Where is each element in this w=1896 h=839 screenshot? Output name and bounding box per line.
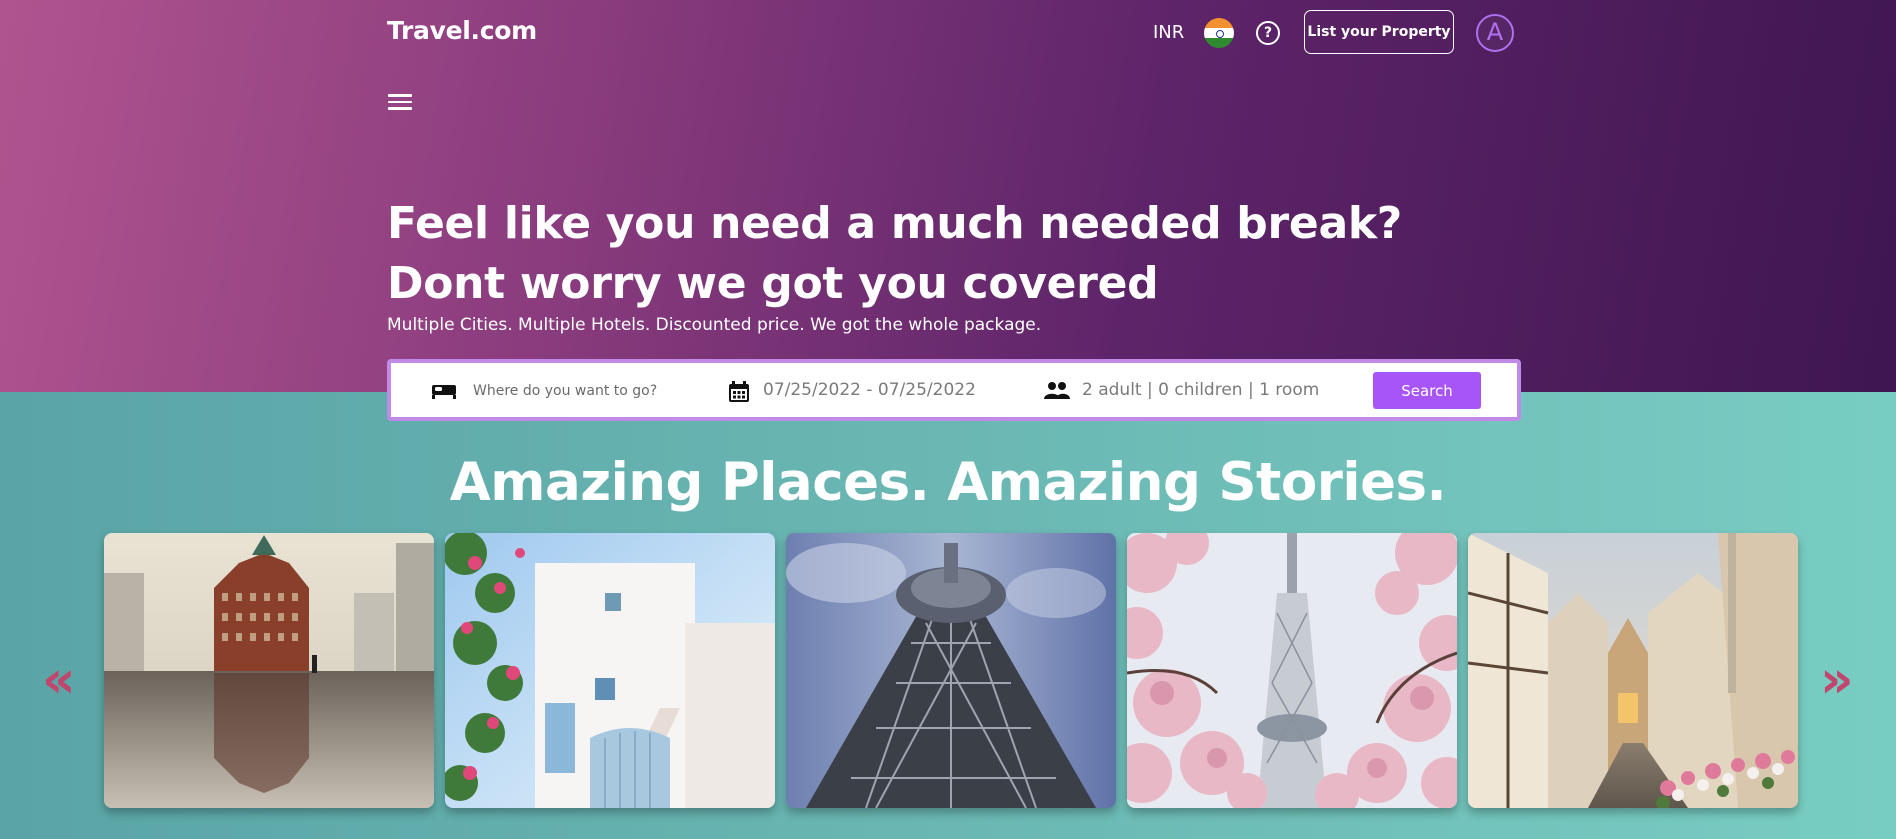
hero-subline: Multiple Cities. Multiple Hotels. Discou… (387, 315, 1042, 335)
india-flag-icon[interactable] (1204, 18, 1234, 48)
place-card-white-house[interactable] (445, 533, 775, 808)
question-circle-icon[interactable]: ? (1256, 21, 1280, 45)
carousel-next-arrow-icon[interactable]: » (1820, 654, 1854, 706)
destination-input[interactable] (473, 377, 703, 405)
calendar-icon (727, 380, 751, 402)
place-card-blossom-tower[interactable] (1127, 533, 1457, 808)
carousel-prev-arrow-icon[interactable]: « (42, 654, 76, 706)
bed-icon (431, 380, 457, 402)
places-title: Amazing Places. Amazing Stories. (449, 452, 1447, 513)
old-town-street-photo (1468, 533, 1798, 808)
place-card-tower[interactable] (786, 533, 1116, 808)
white-house-with-flowers-photo (445, 533, 775, 808)
site-logo[interactable]: Travel.com (387, 16, 537, 45)
avatar[interactable]: A (1476, 14, 1514, 52)
search-button[interactable]: Search (1373, 372, 1481, 409)
tower-looking-up-photo (786, 533, 1116, 808)
currency-selector[interactable]: INR (1153, 22, 1184, 43)
place-card-city-street[interactable] (104, 533, 434, 808)
date-range-field[interactable]: 07/25/2022 - 07/25/2022 (763, 380, 976, 400)
hero-headline: Feel like you need a much needed break? … (387, 198, 1403, 309)
list-property-button[interactable]: List your Property (1304, 10, 1454, 54)
hamburger-menu-icon[interactable] (388, 94, 412, 112)
city-street-flatiron-building-photo (104, 533, 434, 808)
place-card-old-town[interactable] (1468, 533, 1798, 808)
tower-with-cherry-blossoms-photo (1127, 533, 1457, 808)
people-icon (1043, 380, 1070, 402)
search-bar: 07/25/2022 - 07/25/2022 2 adult | 0 chil… (387, 359, 1521, 421)
guests-field[interactable]: 2 adult | 0 children | 1 room (1082, 380, 1319, 400)
